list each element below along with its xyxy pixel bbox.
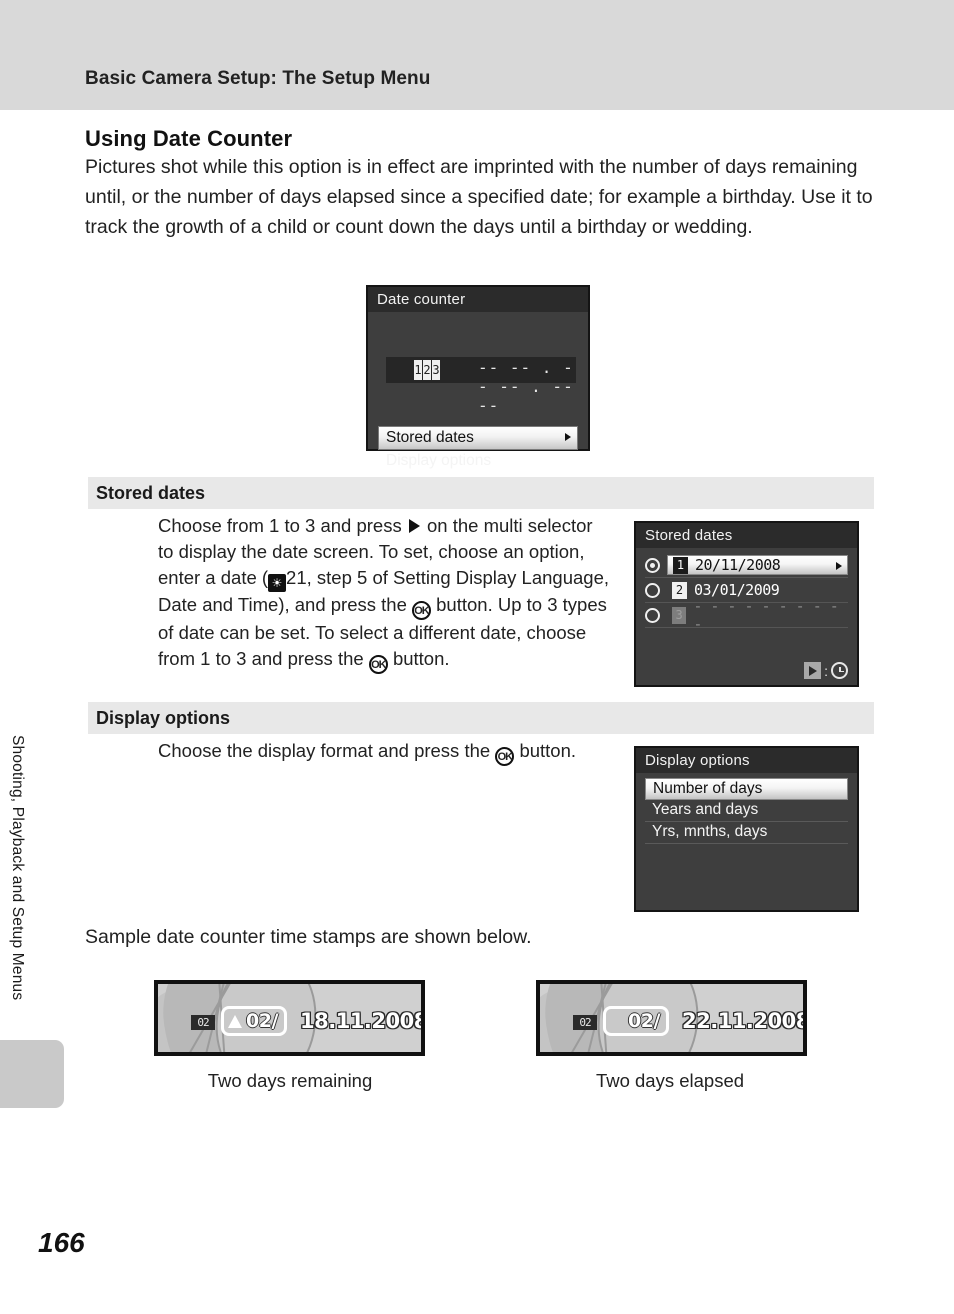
stored-dates-footer: : [804, 662, 848, 679]
stored-dates-screen-title: Stored dates [636, 523, 857, 548]
subsection-bar-display-options-label: Display options [96, 708, 231, 728]
photo-frame-counter: 02 [573, 1015, 597, 1030]
clock-icon [831, 662, 848, 679]
stored-dates-text-5: button. [387, 648, 450, 669]
date-counter-screen-title: Date counter [368, 287, 588, 312]
stored-date-row-1[interactable]: 1 20/11/2008 [667, 555, 848, 575]
display-options-screen-title: Display options [636, 748, 857, 773]
date-counter-menu: Stored dates Display options [378, 426, 578, 472]
ok-button-icon: OK [495, 747, 515, 766]
date-counter-days-value: 02/ [628, 1010, 660, 1032]
stored-date-index-2: 2 [672, 581, 687, 599]
menu-item-display-options[interactable]: Display options [378, 450, 578, 472]
display-option-years-and-days[interactable]: Years and days [645, 800, 848, 822]
stored-date-value-1: 20/11/2008 [695, 556, 781, 574]
display-options-list: Number of days Years and days Yrs, mnths… [645, 778, 848, 844]
stored-dates-list: 1 20/11/2008 2 03/01/2009 3 - - - - - - … [636, 553, 857, 633]
display-option-yrs-mnths-days[interactable]: Yrs, mnths, days [645, 822, 848, 844]
right-triangle-icon [408, 519, 420, 533]
up-triangle-icon [228, 1014, 242, 1028]
display-options-text-suffix: button. [514, 740, 577, 761]
sample-photo-two-days-remaining: 02 02/ 18.11.2008 [154, 980, 425, 1056]
display-option-number-of-days[interactable]: Number of days [645, 778, 848, 800]
stored-date-value-3: - - - - - - - - - - [693, 597, 839, 633]
sample-photo-two-days-elapsed: 02 02/ 22.11.2008 [536, 980, 807, 1056]
stored-date-index-3: 3 [672, 606, 687, 624]
date-counter-screen-body: 1 2 3 -- -- . -- -- . -- -- Stored dates… [368, 312, 588, 474]
date-counter-stamp-pill: 02/ [221, 1006, 287, 1036]
date-counter-screen: Date counter 1 2 3 -- -- . -- -- . -- --… [366, 285, 590, 469]
subsection-bar-stored-dates: Stored dates [88, 477, 874, 509]
stored-dates-screen: Stored dates 1 20/11/2008 2 03/01/2009 3… [634, 521, 859, 687]
photo-date-stamp: 22.11.2008 [682, 1009, 807, 1033]
page-number: 166 [38, 1227, 85, 1258]
running-header-band [0, 0, 954, 110]
footer-separator: : [824, 662, 828, 679]
chapter-tab-label: Shooting, Playback and Setup Menus [9, 735, 26, 1001]
sample-caption-left: Two days remaining [207, 1070, 373, 1091]
stored-dates-body-text: Choose from 1 to 3 and press on the mult… [158, 513, 613, 674]
display-options-body-text: Choose the display format and press the … [158, 738, 628, 766]
subsection-bar-display-options: Display options [88, 702, 874, 734]
chapter-tab-block [0, 1040, 64, 1108]
display-options-text-prefix: Choose the display format and press the [158, 740, 496, 761]
menu-item-stored-dates-label: Stored dates [386, 429, 474, 446]
page-title: Using Date Counter [85, 126, 293, 151]
running-header-title: Basic Camera Setup: The Setup Menu [85, 68, 431, 89]
table-row[interactable]: 3 - - - - - - - - - - [645, 597, 848, 633]
table-row[interactable]: 1 20/11/2008 [645, 553, 848, 578]
stored-date-index-1: 1 [673, 556, 688, 574]
ok-button-icon: OK [368, 655, 388, 674]
radio-selected-icon[interactable] [645, 557, 660, 573]
photo-date-stamp: 18.11.2008 [300, 1009, 425, 1033]
photo-frame-counter: 02 [191, 1015, 215, 1030]
date-counter-placeholder: -- -- . -- -- . -- -- [478, 358, 574, 415]
date-123-icon: 1 2 3 [414, 360, 441, 380]
intro-paragraph: Pictures shot while this option is in ef… [85, 156, 873, 238]
reference-mark-icon: ☀ [268, 574, 287, 592]
radio-unselected-icon[interactable] [645, 607, 660, 623]
radio-unselected-icon[interactable] [645, 582, 660, 598]
chevron-right-icon [565, 433, 571, 441]
date-counter-date-field: 1 2 3 -- -- . -- -- . -- -- [386, 357, 576, 415]
chevron-right-icon [836, 562, 842, 570]
date-123-icon-digit-1: 1 [414, 360, 422, 380]
subsection-bar-stored-dates-label: Stored dates [96, 483, 206, 503]
date-counter-days-value: 02/ [246, 1010, 278, 1032]
menu-item-stored-dates[interactable]: Stored dates [378, 426, 578, 450]
sample-caption-right: Two days elapsed [595, 1070, 745, 1091]
stored-dates-text-1: Choose from 1 to 3 and press [158, 515, 407, 536]
sample-intro-line: Sample date counter time stamps are show… [85, 926, 532, 948]
ok-button-icon: OK [412, 601, 431, 620]
date-123-icon-digit-3: 3 [432, 360, 440, 380]
stored-date-row-3[interactable]: 3 - - - - - - - - - - [667, 597, 848, 633]
date-123-icon-digit-2: 2 [423, 360, 431, 380]
right-triangle-button-icon [804, 662, 822, 679]
display-options-screen: Display options Number of days Years and… [634, 746, 859, 912]
date-counter-stamp-pill: 02/ [603, 1006, 669, 1036]
